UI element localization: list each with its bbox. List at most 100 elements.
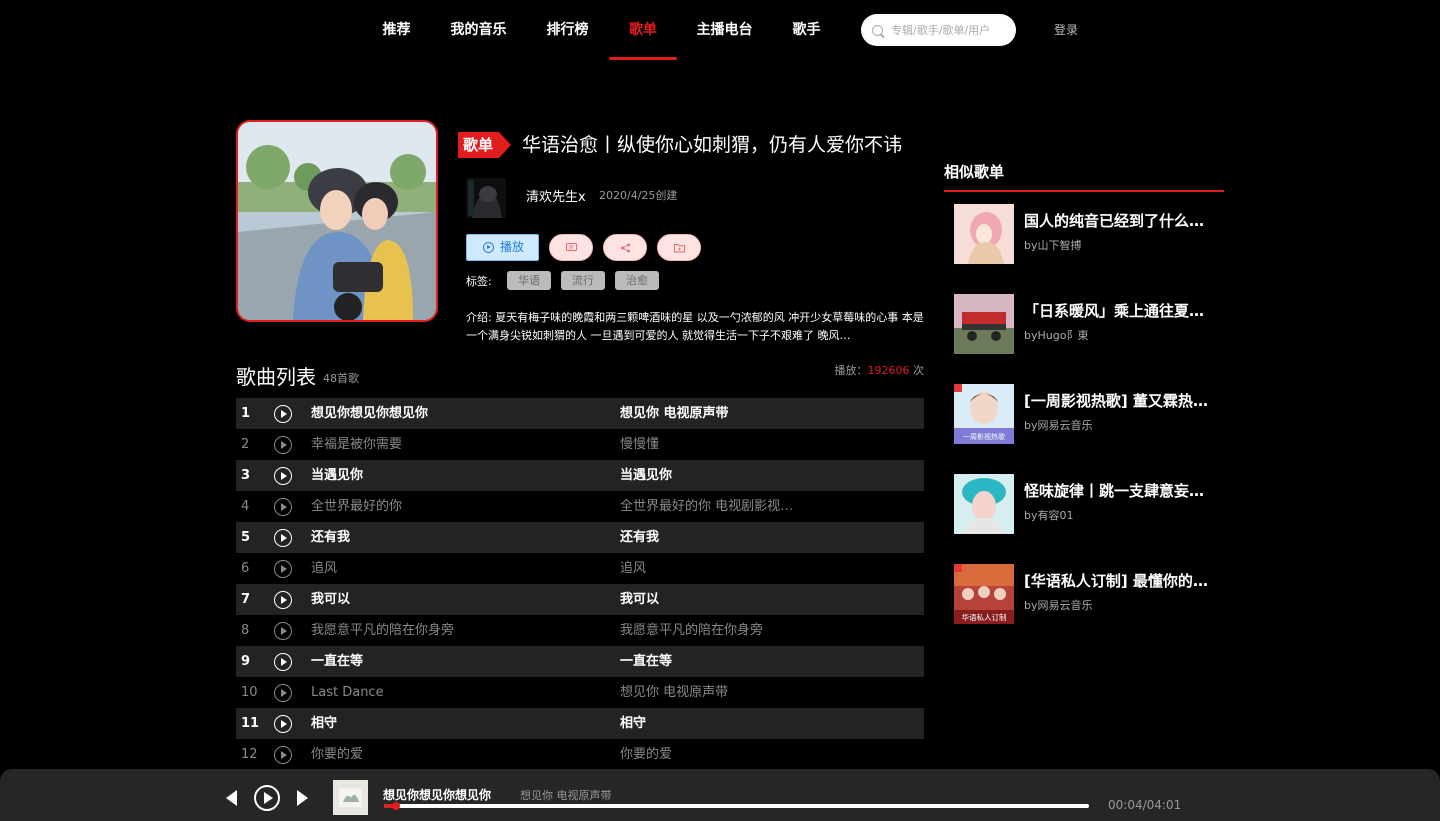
- similar-author[interactable]: by网易云音乐: [1024, 417, 1093, 433]
- similar-title[interactable]: [一周影视热歌] 董又霖热门单曲: [1024, 390, 1214, 411]
- song-row[interactable]: 12 你要的爱 你要的爱: [236, 739, 924, 770]
- tag-chip[interactable]: 流行: [561, 271, 605, 290]
- song-name[interactable]: 想见你想见你想见你: [311, 398, 611, 429]
- play-circle-icon[interactable]: [274, 498, 292, 516]
- song-name[interactable]: 全世界最好的你: [311, 491, 611, 522]
- song-row[interactable]: 6 追风 追风: [236, 553, 924, 584]
- nav-item-recommend[interactable]: 推荐: [382, 0, 411, 60]
- song-index: 10: [241, 685, 258, 700]
- song-album[interactable]: 全世界最好的你 电视剧影视…: [620, 491, 820, 522]
- login-link[interactable]: 登录: [1054, 0, 1078, 60]
- song-album[interactable]: 慢慢懂: [620, 429, 820, 460]
- play-circle-icon[interactable]: [274, 591, 292, 609]
- play-count-suffix: 次: [909, 364, 924, 377]
- playlist-description: 介绍: 夏天有梅子味的晚霞和两三颗啤酒味的星 以及一勺浓郁的风 冲开少女草莓味的…: [466, 311, 924, 342]
- nav-item-my-music[interactable]: 我的音乐: [450, 0, 507, 60]
- search-input[interactable]: [891, 20, 1009, 40]
- song-row[interactable]: 2 幸福是被你需要 慢慢懂: [236, 429, 924, 460]
- song-name[interactable]: 还有我: [311, 522, 611, 553]
- song-name[interactable]: Last Dance: [311, 677, 611, 708]
- song-index: 12: [241, 747, 258, 762]
- song-index: 11: [241, 716, 260, 731]
- similar-title[interactable]: 「日系暖风」乘上通往夏天的列车: [1024, 300, 1214, 321]
- creator-name[interactable]: 清欢先生x: [526, 186, 586, 205]
- song-row[interactable]: 9 一直在等 一直在等: [236, 646, 924, 677]
- song-album[interactable]: 一直在等: [620, 646, 820, 677]
- similar-thumb: 华语私人订制: [954, 564, 1014, 624]
- song-album[interactable]: 想见你 电视原声带: [620, 677, 820, 708]
- nav-item-charts[interactable]: 排行榜: [546, 0, 589, 60]
- song-album[interactable]: 当遇见你: [620, 460, 820, 491]
- play-circle-icon[interactable]: [274, 653, 292, 671]
- song-row[interactable]: 5 还有我 还有我: [236, 522, 924, 553]
- similar-playlist-item[interactable]: 华语私人订制 [华语私人订制] 最懂你的华语推荐 by网易云音乐: [954, 564, 1224, 624]
- song-name[interactable]: 相守: [311, 708, 611, 739]
- similar-title[interactable]: 国人的纯音已经到了什么地步: [1024, 210, 1214, 231]
- progress-knob[interactable]: [391, 802, 400, 810]
- tag-chip[interactable]: 华语: [507, 271, 551, 290]
- share-button[interactable]: [603, 234, 647, 261]
- song-row[interactable]: 1 想见你想见你想见你 想见你 电视原声带: [236, 398, 924, 429]
- similar-playlist-item[interactable]: 「日系暖风」乘上通往夏天的列车 byHugo阝東: [954, 294, 1224, 354]
- song-album[interactable]: 追风: [620, 553, 820, 584]
- previous-icon[interactable]: [226, 790, 237, 806]
- similar-author[interactable]: by网易云音乐: [1024, 597, 1093, 613]
- similar-author[interactable]: by山下智搏: [1024, 237, 1082, 253]
- similar-playlist-item[interactable]: 怪味旋律丨跳一支肆意妄为的舞 by有容01: [954, 474, 1224, 534]
- play-circle-icon[interactable]: [274, 436, 292, 454]
- top-nav: 推荐 我的音乐 排行榜 歌单 主播电台 歌手 登录: [0, 0, 1440, 60]
- song-name[interactable]: 当遇见你: [311, 460, 611, 491]
- play-circle-icon[interactable]: [274, 529, 292, 547]
- song-index: 2: [241, 437, 250, 452]
- nav-item-artists[interactable]: 歌手: [792, 0, 821, 60]
- playlist-cover: [236, 120, 438, 322]
- song-row[interactable]: 11 相守 相守: [236, 708, 924, 739]
- similar-thumb: [954, 474, 1014, 534]
- nav-item-playlists[interactable]: 歌单: [609, 0, 677, 60]
- song-album[interactable]: 我可以: [620, 584, 820, 615]
- song-album[interactable]: 我愿意平凡的陪在你身旁: [620, 615, 820, 646]
- similar-author[interactable]: by有容01: [1024, 507, 1074, 523]
- play-circle-icon[interactable]: [274, 715, 292, 733]
- play-circle-icon[interactable]: [274, 560, 292, 578]
- play-icon: [483, 242, 494, 253]
- song-row[interactable]: 8 我愿意平凡的陪在你身旁 我愿意平凡的陪在你身旁: [236, 615, 924, 646]
- song-name[interactable]: 你要的爱: [311, 739, 611, 770]
- song-name[interactable]: 追风: [311, 553, 611, 584]
- song-album[interactable]: 你要的爱: [620, 739, 820, 770]
- play-circle-icon[interactable]: [274, 684, 292, 702]
- song-row[interactable]: 7 我可以 我可以: [236, 584, 924, 615]
- song-row[interactable]: 10 Last Dance 想见你 电视原声带: [236, 677, 924, 708]
- comment-button[interactable]: [549, 234, 593, 261]
- similar-playlist-item[interactable]: 国人的纯音已经到了什么地步 by山下智搏: [954, 204, 1224, 264]
- nav-item-radio[interactable]: 主播电台: [696, 0, 753, 60]
- progress-bar[interactable]: [384, 802, 1089, 810]
- song-album[interactable]: 想见你 电视原声带: [620, 398, 820, 429]
- play-circle-icon[interactable]: [274, 622, 292, 640]
- play-all-button[interactable]: 播放: [466, 234, 539, 261]
- play-circle-icon[interactable]: [274, 467, 292, 485]
- song-name[interactable]: 我愿意平凡的陪在你身旁: [311, 615, 611, 646]
- similar-author[interactable]: byHugo阝東: [1024, 327, 1088, 343]
- song-album[interactable]: 相守: [620, 708, 820, 739]
- song-index: 1: [241, 406, 251, 421]
- song-name[interactable]: 一直在等: [311, 646, 611, 677]
- playlist-type-badge: 歌单: [458, 132, 512, 158]
- song-row[interactable]: 3 当遇见你 当遇见你: [236, 460, 924, 491]
- collect-button[interactable]: [657, 234, 701, 261]
- similar-title[interactable]: [华语私人订制] 最懂你的华语推荐: [1024, 570, 1214, 591]
- play-circle-icon[interactable]: [274, 405, 292, 423]
- next-icon[interactable]: [297, 790, 308, 806]
- song-name[interactable]: 我可以: [311, 584, 611, 615]
- similar-thumb: [954, 204, 1014, 264]
- song-index: 8: [241, 623, 250, 638]
- song-name[interactable]: 幸福是被你需要: [311, 429, 611, 460]
- play-circle-icon[interactable]: [274, 746, 292, 764]
- similar-title[interactable]: 怪味旋律丨跳一支肆意妄为的舞: [1024, 480, 1214, 501]
- similar-playlist-item[interactable]: 一周影视热歌 [一周影视热歌] 董又霖热门单曲 by网易云音乐: [954, 384, 1224, 444]
- song-album[interactable]: 还有我: [620, 522, 820, 553]
- play-icon[interactable]: [254, 785, 280, 811]
- tag-chip[interactable]: 治愈: [615, 271, 659, 290]
- creator-avatar[interactable]: [466, 178, 506, 218]
- song-row[interactable]: 4 全世界最好的你 全世界最好的你 电视剧影视…: [236, 491, 924, 522]
